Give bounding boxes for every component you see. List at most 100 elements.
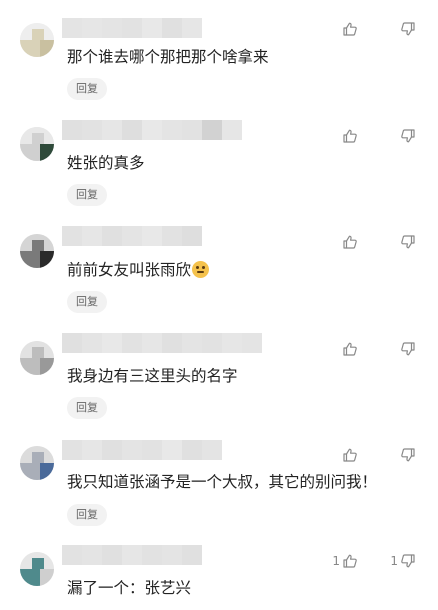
dislike-button[interactable] [400, 232, 416, 252]
avatar[interactable] [20, 127, 54, 161]
avatar[interactable] [20, 552, 54, 586]
username-pixel-block [62, 440, 82, 460]
avatar-pixel-block [40, 144, 54, 161]
username-pixel-block [162, 120, 182, 140]
like-button[interactable] [342, 445, 358, 465]
username-pixel-block [122, 226, 142, 246]
username-pixel-block [142, 120, 162, 140]
username-pixel-block [162, 545, 182, 565]
like-button[interactable] [342, 339, 358, 359]
thumbs-down-icon [400, 341, 416, 357]
username-redacted[interactable] [62, 120, 242, 140]
thumbs-up-icon [342, 447, 358, 463]
comment-text: 漏了一个：张艺兴 [67, 578, 191, 598]
avatar-pixel-block [20, 144, 40, 161]
username-pixel-block [102, 440, 122, 460]
avatar-pixel-block [40, 463, 54, 480]
comment-text: 我身边有三这里头的名字 [67, 366, 238, 386]
comment-text: 前前女友叫张雨欣 [67, 260, 210, 280]
thumbs-up-icon [342, 553, 358, 569]
thumbs-down-icon [400, 128, 416, 144]
username-pixel-block [142, 333, 162, 353]
username-pixel-block [62, 226, 82, 246]
reply-button[interactable]: 回复 [67, 504, 107, 526]
thumbs-up-icon [342, 234, 358, 250]
like-button[interactable] [342, 126, 358, 146]
comment-text-content: 前前女友叫张雨欣 [67, 261, 192, 279]
like-button[interactable] [342, 232, 358, 252]
username-pixel-block [62, 545, 82, 565]
avatar-pixel-block [40, 251, 54, 268]
username-pixel-block [162, 440, 182, 460]
thumbs-down-icon [400, 447, 416, 463]
comment-item: 漏了一个：张艺兴 1 1 [0, 0, 438, 597]
username-pixel-block [102, 333, 122, 353]
avatar-pixel-block [32, 452, 44, 463]
avatar-pixel-block [40, 569, 54, 586]
username-redacted[interactable] [62, 333, 262, 353]
username-pixel-block [202, 440, 222, 460]
username-pixel-block [122, 440, 142, 460]
username-pixel-block [162, 333, 182, 353]
username-pixel-block [222, 333, 242, 353]
username-pixel-block [222, 120, 242, 140]
thumbs-up-icon [342, 341, 358, 357]
avatar-pixel-block [40, 358, 54, 375]
username-redacted[interactable] [62, 545, 202, 565]
thumbs-down-icon [400, 553, 416, 569]
username-pixel-block [242, 333, 262, 353]
avatar-pixel-block [20, 569, 40, 586]
comment-text-content: 姓张的真多 [67, 154, 145, 172]
dislike-count: 1 [390, 554, 398, 568]
dislike-button[interactable]: 1 [390, 551, 416, 571]
username-pixel-block [82, 545, 102, 565]
username-pixel-block [182, 333, 202, 353]
username-pixel-block [202, 120, 222, 140]
dislike-button[interactable] [400, 126, 416, 146]
username-pixel-block [102, 545, 122, 565]
avatar-pixel-block [32, 240, 44, 251]
username-redacted[interactable] [62, 440, 222, 460]
username-pixel-block [82, 440, 102, 460]
username-pixel-block [102, 226, 122, 246]
username-pixel-block [122, 333, 142, 353]
comment-text-content: 我只知道张涵予是一个大叔，其它的别问我！ [67, 473, 378, 491]
avatar-pixel-block [20, 463, 40, 480]
avatar-pixel-block [20, 358, 40, 375]
username-pixel-block [62, 333, 82, 353]
avatar-pixel-block [32, 133, 44, 144]
avatar-pixel-block [32, 558, 44, 569]
username-pixel-block [182, 226, 202, 246]
username-pixel-block [82, 120, 102, 140]
reply-button[interactable]: 回复 [67, 184, 107, 206]
reply-button[interactable]: 回复 [67, 291, 107, 313]
username-pixel-block [182, 440, 202, 460]
username-pixel-block [122, 120, 142, 140]
avatar[interactable] [20, 341, 54, 375]
like-button[interactable]: 1 [332, 551, 358, 571]
avatar-pixel-block [20, 251, 40, 268]
thinking-face-emoji [192, 261, 210, 278]
reply-button[interactable]: 回复 [67, 397, 107, 419]
username-pixel-block [102, 120, 122, 140]
comment-text-content: 我身边有三这里头的名字 [67, 367, 238, 385]
username-redacted[interactable] [62, 226, 202, 246]
username-pixel-block [162, 226, 182, 246]
username-pixel-block [82, 226, 102, 246]
username-pixel-block [142, 226, 162, 246]
username-pixel-block [142, 545, 162, 565]
avatar-pixel-block [32, 347, 44, 358]
comment-text-content: 漏了一个：张艺兴 [67, 579, 192, 597]
username-pixel-block [182, 120, 202, 140]
comment-text: 我只知道张涵予是一个大叔，其它的别问我！ [67, 472, 377, 492]
username-pixel-block [182, 545, 202, 565]
username-pixel-block [62, 120, 82, 140]
username-pixel-block [202, 333, 222, 353]
dislike-button[interactable] [400, 445, 416, 465]
username-pixel-block [122, 545, 142, 565]
dislike-button[interactable] [400, 339, 416, 359]
thumbs-up-icon [342, 128, 358, 144]
avatar[interactable] [20, 446, 54, 480]
avatar[interactable] [20, 234, 54, 268]
comment-text: 姓张的真多 [67, 153, 145, 173]
